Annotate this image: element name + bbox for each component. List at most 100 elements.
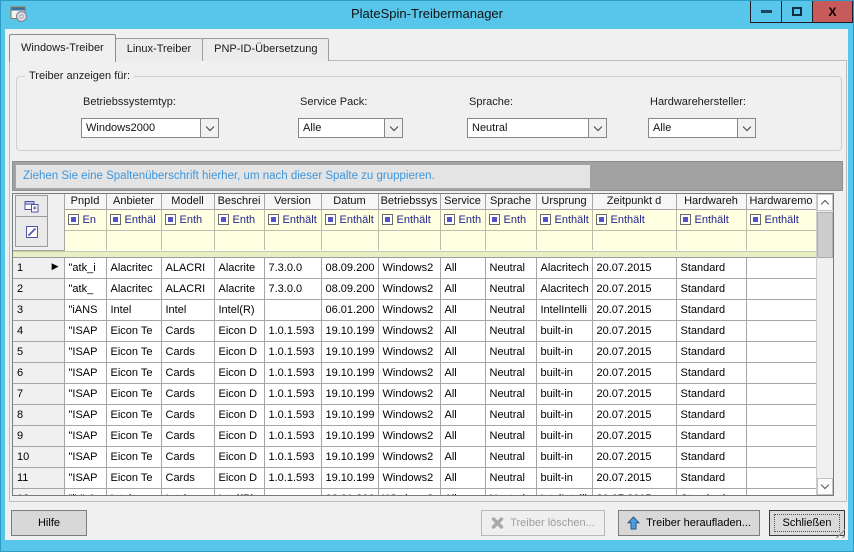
grid-cell[interactable]: All [440, 405, 485, 426]
grid-cell[interactable]: Alacrite [214, 279, 264, 300]
grid-cell[interactable]: 08.09.200 [321, 258, 378, 279]
filter-builder-button[interactable] [15, 216, 48, 247]
grid-cell[interactable]: ALACRI [161, 279, 214, 300]
grid-cell[interactable]: Neutral [485, 384, 536, 405]
grid-cell[interactable]: IntelIntelli [536, 300, 592, 321]
grid-cell[interactable]: "ISAP [64, 321, 106, 342]
grid-cell[interactable]: Intel(R) [214, 300, 264, 321]
grid-cell[interactable]: "ISAP [64, 426, 106, 447]
grid-cell[interactable]: 1.0.1.593 [264, 321, 321, 342]
filter-icon[interactable] [165, 214, 176, 225]
column-header[interactable]: Hardwaremo [746, 194, 816, 209]
grid-cell[interactable]: Alacritech [536, 279, 592, 300]
grid-cell[interactable]: 20.07.2015 [592, 384, 676, 405]
grid-cell[interactable]: Cards [161, 321, 214, 342]
grid-cell[interactable]: Eicon D [214, 426, 264, 447]
column-header[interactable]: Hardwareh [676, 194, 746, 209]
group-by-bar[interactable]: Ziehen Sie eine Spaltenüberschrift hierh… [12, 161, 843, 191]
driver-grid[interactable]: PnpIdAnbieterModellBeschreiVersionDatumB… [12, 193, 834, 496]
filter-icon[interactable] [680, 214, 691, 225]
filter-input[interactable] [161, 230, 214, 250]
grid-cell[interactable]: "ISAP [64, 384, 106, 405]
column-header[interactable]: Beschrei [214, 194, 264, 209]
grid-cell[interactable]: Eicon D [214, 384, 264, 405]
hardware-vendor-combobox[interactable]: Alle [648, 118, 756, 138]
grid-cell[interactable]: 20.07.2015 [592, 279, 676, 300]
grid-cell[interactable]: Eicon Te [106, 321, 161, 342]
grid-cell[interactable]: "iVLA [64, 489, 106, 496]
grid-cell[interactable]: 1.0.1.593 [264, 468, 321, 489]
language-combobox[interactable]: Neutral [467, 118, 607, 138]
filter-input[interactable] [485, 230, 536, 250]
grid-cell[interactable]: built-in [536, 321, 592, 342]
grid-cell[interactable]: Alacritec [106, 279, 161, 300]
service-pack-combobox[interactable]: Alle [298, 118, 403, 138]
grid-cell[interactable]: Eicon Te [106, 363, 161, 384]
scroll-up-button[interactable] [817, 194, 833, 211]
grid-cell[interactable]: Eicon D [214, 363, 264, 384]
filter-cell[interactable]: Enthält [536, 209, 592, 230]
grid-cell[interactable]: 20.07.2015 [592, 342, 676, 363]
filter-input[interactable] [378, 230, 440, 250]
column-header[interactable]: Modell [161, 194, 214, 209]
app-icon[interactable] [10, 6, 29, 23]
grid-cell[interactable]: 19.10.199 [321, 405, 378, 426]
grid-cell[interactable]: 7.3.0.0 [264, 279, 321, 300]
table-row[interactable]: 8"ISAPEicon TeCardsEicon D1.0.1.59319.10… [13, 405, 816, 426]
grid-cell[interactable]: 20.07.2015 [592, 321, 676, 342]
grid-cell[interactable]: All [440, 363, 485, 384]
filter-cell[interactable]: Enth [161, 209, 214, 230]
grid-cell[interactable]: Cards [161, 426, 214, 447]
grid-cell[interactable]: 1.0.1.593 [264, 342, 321, 363]
filter-cell[interactable]: Enth [485, 209, 536, 230]
grid-cell[interactable]: Standard [676, 384, 746, 405]
grid-cell[interactable]: Eicon Te [106, 405, 161, 426]
grid-cell[interactable]: Cards [161, 405, 214, 426]
row-header[interactable]: 4 [13, 321, 64, 342]
grid-cell[interactable]: built-in [536, 363, 592, 384]
grid-cell[interactable]: 20.07.2015 [592, 489, 676, 496]
grid-cell[interactable]: Neutral [485, 321, 536, 342]
filter-cell[interactable]: Enthält [746, 209, 816, 230]
grid-cell[interactable]: All [440, 300, 485, 321]
grid-cell[interactable] [264, 300, 321, 321]
grid-cell[interactable]: 06.01.200 [321, 300, 378, 321]
grid-cell[interactable]: All [440, 468, 485, 489]
grid-cell[interactable]: Windows2 [378, 279, 440, 300]
grid-cell[interactable]: 19.10.199 [321, 321, 378, 342]
grid-cell[interactable]: 1.0.1.593 [264, 363, 321, 384]
filter-input[interactable] [592, 230, 676, 250]
grid-cell[interactable]: Eicon Te [106, 384, 161, 405]
grid-cell[interactable]: 20.07.2015 [592, 300, 676, 321]
scrollbar-thumb[interactable] [817, 212, 833, 258]
grid-cell[interactable]: 19.10.199 [321, 426, 378, 447]
row-header[interactable]: 9 [13, 426, 64, 447]
filter-icon[interactable] [444, 214, 455, 225]
column-header[interactable]: Betriebssys [378, 194, 440, 209]
titlebar[interactable]: PlateSpin-Treibermanager X [1, 1, 853, 29]
grid-cell[interactable]: Alacritec [106, 258, 161, 279]
grid-cell[interactable]: All [440, 258, 485, 279]
grid-cell[interactable]: 1.0.1.593 [264, 384, 321, 405]
row-header[interactable]: 5 [13, 342, 64, 363]
grid-cell[interactable]: Eicon Te [106, 468, 161, 489]
grid-cell[interactable]: "ISAP [64, 405, 106, 426]
grid-cell[interactable]: All [440, 447, 485, 468]
grid-cell[interactable]: Windows2 [378, 447, 440, 468]
grid-cell[interactable]: ALACRI [161, 258, 214, 279]
filter-input[interactable] [321, 230, 378, 250]
row-header[interactable]: 1▶ [13, 258, 64, 279]
grid-cell[interactable]: Standard [676, 489, 746, 496]
grid-cell[interactable]: Standard [676, 363, 746, 384]
filter-cell[interactable]: Enth [440, 209, 485, 230]
table-row[interactable]: 2"atk_AlacritecALACRIAlacrite7.3.0.008.0… [13, 279, 816, 300]
grid-cell[interactable]: 19.10.199 [321, 363, 378, 384]
column-header[interactable]: Ursprung [536, 194, 592, 209]
table-row[interactable]: 10"ISAPEicon TeCardsEicon D1.0.1.59319.1… [13, 447, 816, 468]
grid-cell[interactable]: 20.07.2015 [592, 405, 676, 426]
chevron-down-icon[interactable] [588, 119, 606, 137]
grid-cell[interactable]: Standard [676, 405, 746, 426]
grid-cell[interactable]: Standard [676, 447, 746, 468]
filter-icon[interactable] [540, 214, 551, 225]
table-row[interactable]: 6"ISAPEicon TeCardsEicon D1.0.1.59319.10… [13, 363, 816, 384]
